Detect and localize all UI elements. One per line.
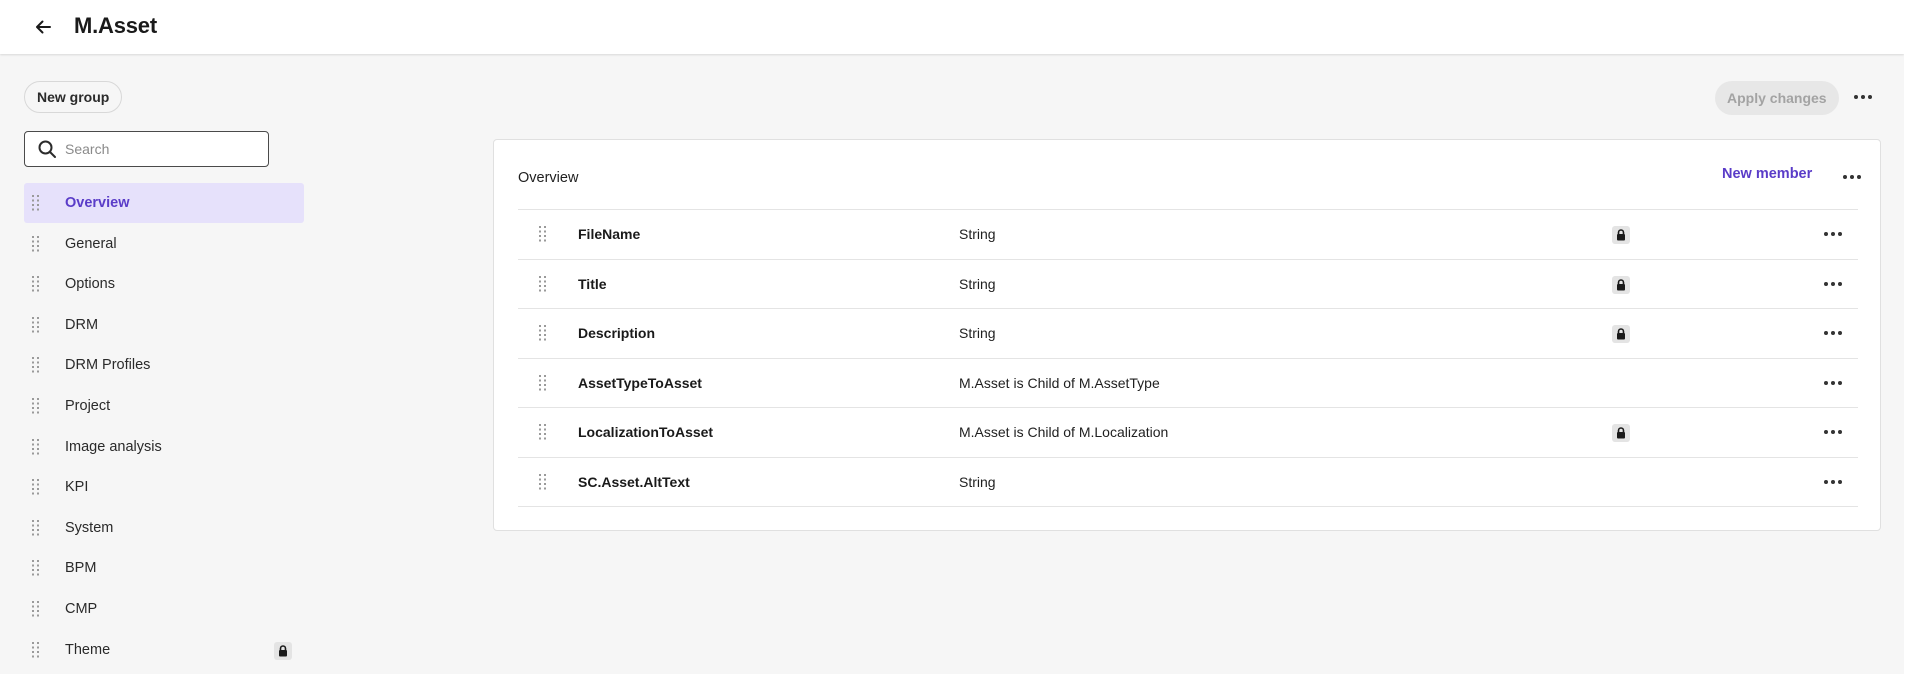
drag-handle-icon[interactable] bbox=[31, 397, 41, 415]
sidebar-item[interactable]: KPI bbox=[24, 467, 304, 507]
drag-handle-icon[interactable] bbox=[31, 235, 41, 253]
member-name: Description bbox=[578, 325, 656, 341]
back-button[interactable] bbox=[30, 14, 56, 40]
sidebar-item-label: Options bbox=[65, 276, 115, 293]
member-list: FileName String Title String Description Stri… bbox=[518, 209, 1858, 507]
drag-handle-icon[interactable] bbox=[31, 356, 41, 374]
row-more-icon[interactable] bbox=[1820, 472, 1846, 492]
group-list: Overview General Options DRM DRM Profiles Pro… bbox=[24, 183, 304, 670]
lock-icon bbox=[1612, 226, 1630, 244]
sidebar-item-label: KPI bbox=[65, 479, 89, 496]
arrow-left-icon bbox=[36, 20, 51, 34]
member-name: Title bbox=[578, 275, 607, 292]
sidebar-item[interactable]: BPM bbox=[24, 548, 304, 588]
row-more-icon[interactable] bbox=[1820, 224, 1846, 244]
lock-icon bbox=[1612, 424, 1630, 442]
sidebar-item-label: Image analysis bbox=[65, 438, 162, 455]
sidebar-item[interactable]: General bbox=[24, 224, 304, 264]
panel-title: Overview bbox=[518, 170, 579, 186]
drag-handle-icon[interactable] bbox=[538, 225, 548, 243]
sidebar-item[interactable]: Overview bbox=[24, 183, 304, 223]
sidebar-item-label: General bbox=[65, 235, 117, 252]
members-panel: Overview New member FileName String Title S… bbox=[493, 139, 1881, 531]
member-row[interactable]: AssetTypeToAsset M.Asset is Child of M.As… bbox=[518, 359, 1858, 408]
page-title: M.Asset bbox=[74, 13, 157, 38]
member-type: String bbox=[959, 473, 996, 490]
sidebar-item[interactable]: Theme bbox=[24, 630, 304, 670]
sidebar-item-label: Project bbox=[65, 397, 111, 414]
drag-handle-icon[interactable] bbox=[538, 324, 548, 342]
more-options-icon[interactable] bbox=[1850, 86, 1876, 108]
drag-handle-icon[interactable] bbox=[31, 316, 41, 334]
sidebar-item[interactable]: Image analysis bbox=[24, 427, 304, 467]
sidebar-item[interactable]: Options bbox=[24, 264, 304, 304]
member-type: String bbox=[959, 325, 996, 341]
member-row[interactable]: Title String bbox=[518, 260, 1858, 309]
row-more-icon[interactable] bbox=[1820, 422, 1846, 442]
drag-handle-icon[interactable] bbox=[31, 559, 41, 577]
window-edge bbox=[1904, 0, 1918, 674]
drag-handle-icon[interactable] bbox=[31, 641, 41, 659]
new-member-button[interactable]: New member bbox=[1722, 166, 1812, 182]
member-row[interactable]: FileName String bbox=[518, 210, 1858, 260]
sidebar-item[interactable]: Project bbox=[24, 386, 304, 426]
member-row[interactable]: SC.Asset.AltText String bbox=[518, 458, 1858, 507]
member-row[interactable]: Description String bbox=[518, 309, 1858, 359]
drag-handle-icon[interactable] bbox=[31, 194, 41, 212]
row-more-icon[interactable] bbox=[1820, 323, 1846, 343]
sidebar-item-label: DRM bbox=[65, 316, 99, 333]
drag-handle-icon[interactable] bbox=[538, 275, 548, 293]
sidebar-item[interactable]: CMP bbox=[24, 589, 304, 629]
sidebar-item-label: Overview bbox=[65, 195, 130, 211]
apply-changes-button[interactable]: Apply changes bbox=[1715, 81, 1839, 115]
top-bar: M.Asset bbox=[0, 0, 1904, 54]
member-type: M.Asset is Child of M.AssetType bbox=[959, 374, 1160, 391]
sidebar-item-label: DRM Profiles bbox=[65, 357, 151, 374]
member-row[interactable]: LocalizationToAsset M.Asset is Child of M… bbox=[518, 408, 1858, 458]
member-type: String bbox=[959, 275, 996, 292]
sidebar-item-label: System bbox=[65, 519, 114, 536]
drag-handle-icon[interactable] bbox=[31, 438, 41, 456]
search-icon bbox=[37, 138, 59, 160]
search-input[interactable] bbox=[65, 141, 255, 157]
drag-handle-icon[interactable] bbox=[31, 519, 41, 537]
drag-handle-icon[interactable] bbox=[538, 473, 548, 491]
sidebar-item[interactable]: DRM bbox=[24, 305, 304, 345]
drag-handle-icon[interactable] bbox=[538, 374, 548, 392]
row-more-icon[interactable] bbox=[1820, 274, 1846, 294]
panel-more-icon[interactable] bbox=[1839, 167, 1865, 187]
sidebar-item-label: BPM bbox=[65, 560, 97, 577]
drag-handle-icon[interactable] bbox=[31, 478, 41, 496]
sidebar-item[interactable]: DRM Profiles bbox=[24, 345, 304, 385]
search-field[interactable] bbox=[24, 131, 269, 167]
new-group-button[interactable]: New group bbox=[24, 81, 123, 113]
drag-handle-icon[interactable] bbox=[538, 423, 548, 441]
sidebar-item-label: CMP bbox=[65, 600, 98, 617]
drag-handle-icon[interactable] bbox=[31, 600, 41, 618]
member-name: LocalizationToAsset bbox=[578, 424, 714, 440]
member-name: AssetTypeToAsset bbox=[578, 374, 702, 391]
member-type: M.Asset is Child of M.Localization bbox=[959, 424, 1169, 440]
lock-icon bbox=[1612, 275, 1630, 294]
lock-icon bbox=[1612, 325, 1630, 343]
lock-icon bbox=[274, 641, 292, 660]
member-type: String bbox=[959, 226, 996, 242]
drag-handle-icon[interactable] bbox=[31, 275, 41, 293]
member-name: SC.Asset.AltText bbox=[578, 473, 690, 490]
row-more-icon[interactable] bbox=[1820, 373, 1846, 393]
sidebar-item[interactable]: System bbox=[24, 508, 304, 548]
sidebar-item-label: Theme bbox=[65, 641, 111, 658]
member-name: FileName bbox=[578, 226, 641, 242]
